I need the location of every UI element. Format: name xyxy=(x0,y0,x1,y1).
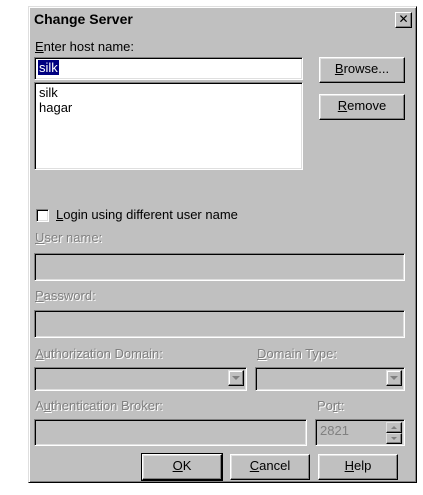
spin-down-icon[interactable] xyxy=(386,433,402,444)
domain-type-label: Domain Type: xyxy=(257,346,337,361)
host-list[interactable]: silk hagar xyxy=(34,82,303,170)
dialog-title: Change Server xyxy=(34,11,133,27)
host-name-input[interactable]: silk xyxy=(34,57,303,80)
authorization-domain-select[interactable] xyxy=(34,367,247,391)
remove-button[interactable]: Remove xyxy=(319,94,405,120)
password-input[interactable] xyxy=(34,310,405,338)
domain-type-select[interactable] xyxy=(255,367,405,391)
port-value: 2821 xyxy=(320,423,349,438)
login-different-user-label[interactable]: Login using different user name xyxy=(56,207,238,222)
host-list-item[interactable]: hagar xyxy=(39,100,298,115)
cancel-button[interactable]: Cancel xyxy=(230,454,310,480)
change-server-dialog: Change Server ✕ Enter host name: silk si… xyxy=(28,6,417,483)
user-name-input[interactable] xyxy=(34,253,405,281)
browse-button[interactable]: Browse... xyxy=(319,57,405,83)
authentication-broker-input[interactable] xyxy=(34,419,307,446)
close-icon[interactable]: ✕ xyxy=(395,12,412,28)
port-spinner[interactable]: 2821 xyxy=(315,419,405,446)
dropdown-arrow-icon[interactable] xyxy=(228,370,244,386)
password-label: Password: xyxy=(35,288,96,303)
host-list-item[interactable]: silk xyxy=(39,85,298,100)
authorization-domain-label: Authorization Domain: xyxy=(35,346,163,361)
help-button[interactable]: Help xyxy=(318,454,398,480)
ok-button[interactable]: OK xyxy=(141,453,223,481)
host-name-value: silk xyxy=(38,60,59,75)
port-label: Port: xyxy=(317,398,345,413)
title-bar: Change Server ✕ xyxy=(31,9,414,31)
dropdown-arrow-icon[interactable] xyxy=(386,370,402,386)
host-name-label: Enter host name: xyxy=(35,39,134,54)
user-name-label: User name: xyxy=(35,230,103,245)
spin-up-icon[interactable] xyxy=(386,422,402,433)
login-different-user-checkbox[interactable] xyxy=(36,209,49,222)
authentication-broker-label: Authentication Broker: xyxy=(35,398,163,413)
